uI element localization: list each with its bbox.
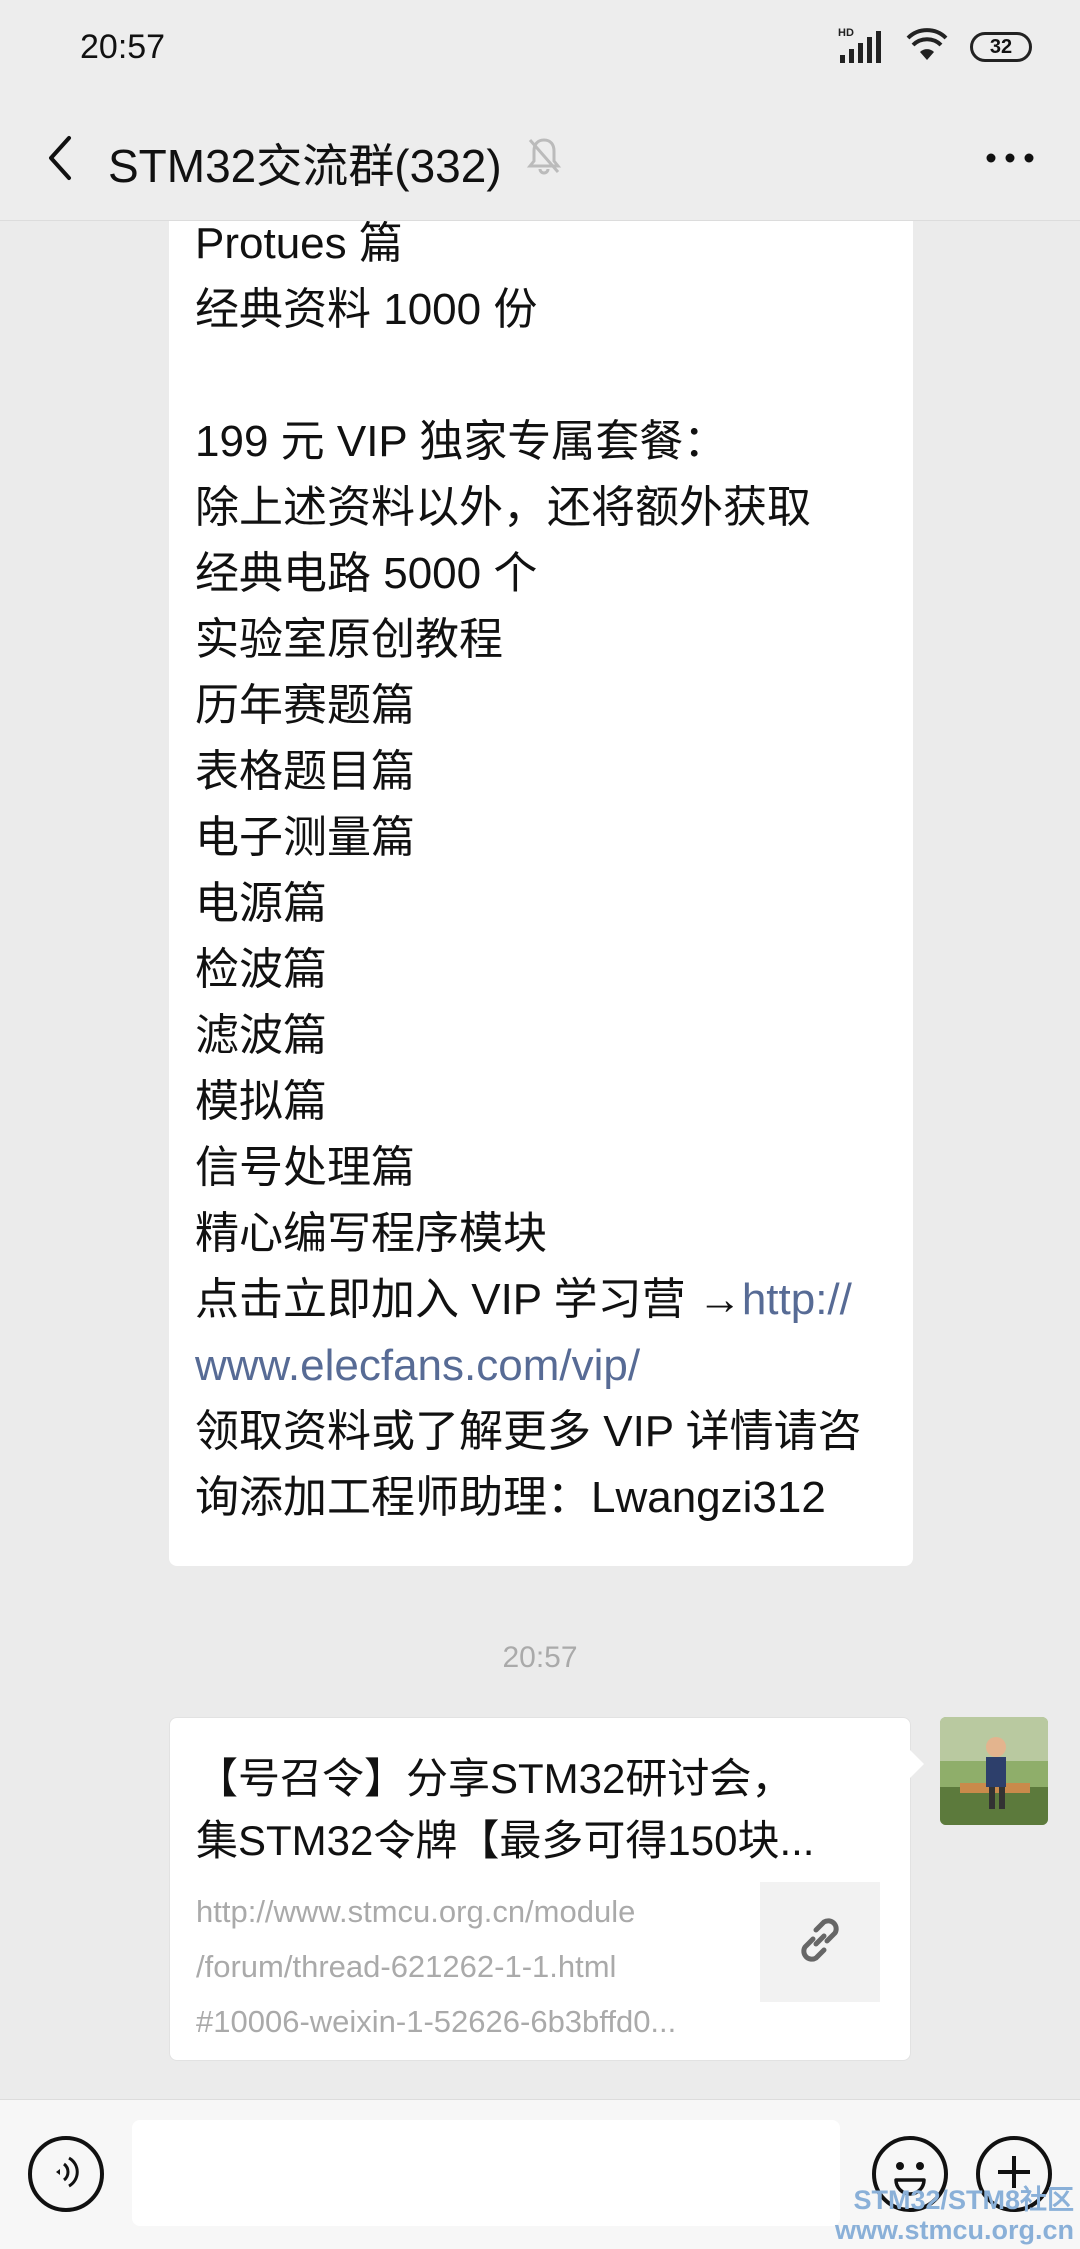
- message-cta-text: 点击立即加入 VIP 学习营 →: [195, 1275, 742, 1324]
- signal-icon: HD: [838, 25, 884, 70]
- watermark: STM32/STM8社区 www.stmcu.org.cn: [835, 2185, 1074, 2245]
- message-line: Protues 篇: [195, 221, 403, 268]
- message-line: 精心编写程序模块: [195, 1209, 547, 1258]
- message-bubble[interactable]: Protues 篇 经典资料 1000 份 199 元 VIP 独家专属套餐： …: [169, 221, 913, 1566]
- message-line: 信号处理篇: [195, 1143, 415, 1192]
- message-line: 电子测量篇: [195, 813, 415, 862]
- message-line: 滤波篇: [195, 1011, 327, 1060]
- more-button[interactable]: [970, 130, 1050, 190]
- message-line: 除上述资料以外，还将额外获取: [195, 483, 811, 532]
- watermark-line: STM32/STM8社区: [853, 2185, 1074, 2215]
- status-time: 20:57: [80, 28, 166, 66]
- shared-link-card[interactable]: 【号召令】分享STM32研讨会， 集STM32令牌【最多可得150块... ht…: [169, 1717, 924, 2061]
- time-divider: 20:57: [502, 1641, 578, 1674]
- chat-area[interactable]: Protues 篇 经典资料 1000 份 199 元 VIP 独家专属套餐： …: [0, 221, 1080, 2099]
- wifi-icon: [906, 27, 948, 67]
- message-contact-line: 询添加工程师助理：Lwangzi312: [195, 1473, 826, 1522]
- message-line: 模拟篇: [195, 1077, 327, 1126]
- back-button[interactable]: [30, 128, 90, 192]
- message-line: 199 元 VIP 独家专属套餐：: [195, 417, 728, 466]
- more-icon: [985, 151, 1035, 169]
- nav-bar: STM32交流群(332): [0, 100, 1080, 221]
- message-link-line: www.elecfans.com/vip/: [195, 1333, 887, 1399]
- status-icons: HD 32: [838, 24, 1032, 70]
- voice-button[interactable]: [28, 2136, 104, 2212]
- message-line: 经典电路 5000 个: [195, 549, 538, 598]
- chat-title: STM32交流群(332): [108, 140, 502, 192]
- input-bar: STM32/STM8社区 www.stmcu.org.cn: [0, 2099, 1080, 2249]
- watermark-line: www.stmcu.org.cn: [834, 2215, 1074, 2245]
- card-tail: [910, 1750, 924, 1778]
- vip-link-part1[interactable]: http://: [742, 1275, 852, 1324]
- message-line: 检波篇: [195, 945, 327, 994]
- vip-link-part2[interactable]: www.elecfans.com/vip/: [195, 1341, 640, 1390]
- message-line: 表格题目篇: [195, 747, 415, 796]
- signal-hd-label: HD: [838, 27, 854, 39]
- message-cta-line: 点击立即加入 VIP 学习营 →http://: [195, 1267, 887, 1333]
- card-title: 【号召令】分享STM32研讨会， 集STM32令牌【最多可得150块...: [196, 1748, 886, 1872]
- card-url-line: /forum/thread-621262-1-1.html: [196, 1949, 617, 1984]
- avatar[interactable]: [940, 1717, 1048, 1825]
- card-url: http://www.stmcu.org.cn/module /forum/th…: [196, 1884, 716, 2049]
- message-line: 电源篇: [195, 879, 327, 928]
- card-thumbnail: [760, 1882, 880, 2002]
- battery-icon: 32: [970, 32, 1032, 62]
- voice-icon: [46, 2152, 86, 2197]
- mute-bell-icon: [522, 134, 566, 183]
- card-url-line: http://www.stmcu.org.cn/module: [196, 1894, 636, 1929]
- link-icon: [791, 1911, 849, 1974]
- message-line: 经典资料 1000 份: [195, 285, 538, 334]
- status-bar: 20:57 HD 32: [0, 0, 1080, 100]
- message-input[interactable]: [132, 2120, 840, 2226]
- card-title-line: 【号召令】分享STM32研讨会，: [196, 1755, 794, 1802]
- message-line: 实验室原创教程: [195, 615, 503, 664]
- card-url-line: #10006-weixin-1-52626-6b3bffd0...: [196, 2004, 677, 2039]
- message-contact-line: 领取资料或了解更多 VIP 详情请咨: [195, 1407, 862, 1456]
- back-icon: [45, 134, 75, 187]
- card-title-line: 集STM32令牌【最多可得150块...: [196, 1817, 815, 1864]
- message-line: 历年赛题篇: [195, 681, 415, 730]
